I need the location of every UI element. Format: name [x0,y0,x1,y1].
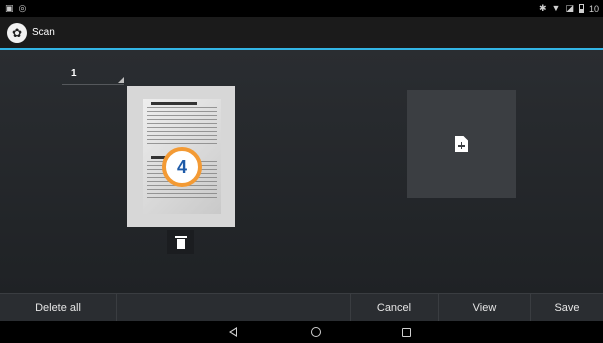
status-right: ✱ ▼ ◪ 10 [539,4,599,14]
status-left: ▣ ◎ [5,4,26,13]
page-selector-value: 1 [71,68,77,79]
signal-icon: ◪ [565,3,574,13]
bottom-action-bar: Delete all Cancel View Save [0,293,603,321]
spinner-caret-icon [118,77,124,83]
bluetooth-icon: ✱ [539,3,547,13]
screenshot-icon: ▣ [5,3,14,13]
add-document-icon [455,136,468,152]
view-button[interactable]: View [438,294,530,321]
delete-page-button[interactable] [167,230,194,254]
save-button[interactable]: Save [530,294,603,321]
cancel-button[interactable]: Cancel [350,294,437,321]
app-title: Scan [32,27,55,38]
navigation-bar [0,321,603,343]
status-bar: ▣ ◎ ✱ ▼ ◪ 10 [0,0,603,17]
android-icon: ◎ [18,3,27,13]
action-bar: ✿ Scan [0,17,603,50]
delete-all-button[interactable]: Delete all [0,294,117,321]
home-icon[interactable] [309,326,323,338]
step-number-badge: 4 [162,147,202,187]
page-editor: 1 4 [0,50,603,293]
wifi-icon: ▼ [551,3,561,13]
trash-icon [174,235,187,249]
app-logo-icon[interactable]: ✿ [7,22,27,43]
add-page-button[interactable] [407,90,516,198]
doc-text-block [147,107,217,147]
page-selector-spinner[interactable]: 1 [62,68,124,85]
back-icon[interactable] [226,326,240,338]
recents-icon[interactable] [399,326,413,338]
doc-heading-line [151,102,197,105]
battery-icon [578,4,584,13]
status-time: 10 [588,3,599,14]
